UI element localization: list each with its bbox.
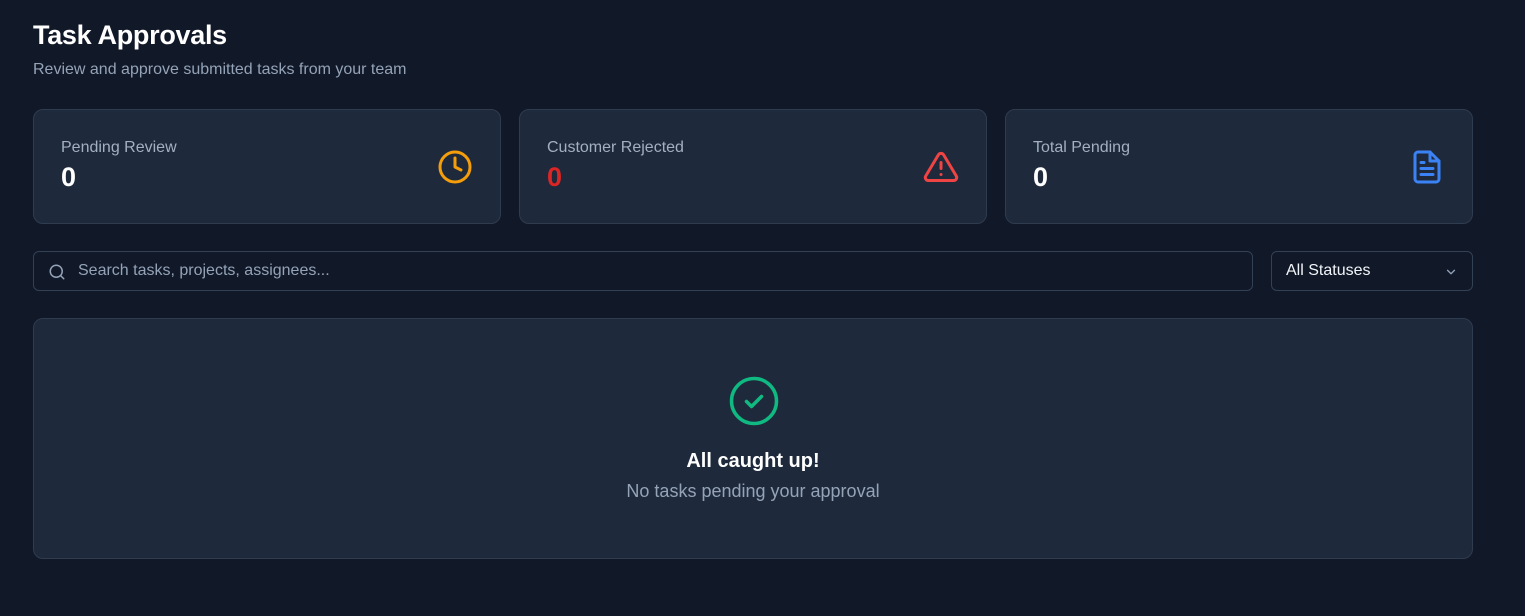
page-title: Task Approvals <box>33 20 227 50</box>
empty-state-panel: All caught up! No tasks pending your app… <box>33 318 1473 559</box>
stat-value: 0 <box>1033 162 1049 192</box>
search-input[interactable] <box>78 253 1238 289</box>
search-icon <box>49 264 65 280</box>
check-circle-icon <box>729 376 779 426</box>
stat-card-total-pending: Total Pending 0 <box>1005 109 1473 224</box>
search-box <box>33 251 1253 291</box>
stat-label: Total Pending <box>1033 139 1130 156</box>
status-filter-select[interactable]: All Statuses <box>1271 251 1473 291</box>
task-approvals-page: Task Approvals Review and approve submit… <box>0 0 1525 616</box>
page-subtitle: Review and approve submitted tasks from … <box>33 61 407 78</box>
stat-value: 0 <box>61 162 77 192</box>
stats-row: Pending Review 0 Customer Rejected 0 Tot… <box>33 109 1473 224</box>
stat-value: 0 <box>547 162 563 192</box>
stat-card-pending-review: Pending Review 0 <box>33 109 501 224</box>
stat-label: Customer Rejected <box>547 139 684 156</box>
document-icon <box>1413 150 1441 184</box>
empty-state-subtitle: No tasks pending your approval <box>626 481 880 501</box>
filter-toolbar: All Statuses <box>33 251 1473 291</box>
stat-card-customer-rejected: Customer Rejected 0 <box>519 109 987 224</box>
stat-label: Pending Review <box>61 139 177 156</box>
warning-icon <box>923 151 959 182</box>
empty-state-title: All caught up! <box>686 450 820 472</box>
clock-icon <box>438 150 472 184</box>
chevron-down-icon <box>1446 269 1456 275</box>
status-filter-value: All Statuses <box>1286 262 1371 279</box>
